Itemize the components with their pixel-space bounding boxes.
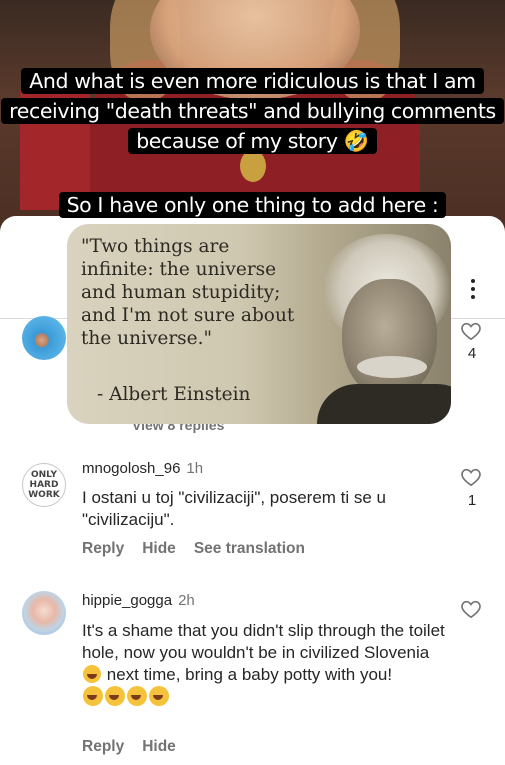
avatar[interactable]: [22, 316, 66, 360]
smiling-emoji-icon: [83, 665, 101, 683]
laughing-emoji-icon: [105, 686, 125, 706]
more-options-icon[interactable]: [466, 279, 480, 301]
avatar[interactable]: [22, 591, 66, 635]
laughing-emoji-icon: [127, 686, 147, 706]
reply-button[interactable]: Reply: [82, 738, 124, 755]
quote-text: "Two things are infinite: the universe a…: [81, 236, 295, 349]
comment-actions: Reply Hide: [82, 738, 194, 756]
heart-icon[interactable]: [460, 599, 482, 619]
comment-text: It's a shame that you didn't slip throug…: [82, 620, 452, 709]
reply-button[interactable]: Reply: [82, 540, 124, 557]
story-caption-2: So I have only one thing to add here :: [0, 190, 505, 220]
heart-icon[interactable]: [460, 467, 482, 487]
see-translation-button[interactable]: See translation: [194, 540, 305, 557]
comment-actions: Reply Hide See translation: [82, 540, 323, 558]
avatar-logo: ONLY HARD WORK: [28, 470, 60, 500]
comment-username[interactable]: hippie_gogga 2h: [82, 592, 195, 609]
like-count: 4: [467, 345, 477, 362]
laughing-emoji-icon: [83, 686, 103, 706]
hide-button[interactable]: Hide: [142, 738, 176, 755]
comment-username[interactable]: mnogolosh_96 1h: [82, 460, 203, 477]
laughing-emoji-icon: [149, 686, 169, 706]
hide-button[interactable]: Hide: [142, 540, 176, 557]
comment-time: 2h: [178, 592, 195, 609]
quote-author: - Albert Einstein: [97, 384, 251, 405]
avatar[interactable]: ONLY HARD WORK: [22, 463, 66, 507]
story-caption-1: And what is even more ridiculous is that…: [0, 66, 505, 156]
heart-icon[interactable]: [460, 321, 482, 341]
quote-sticker: "Two things are infinite: the universe a…: [67, 224, 451, 424]
comment-text: I ostani u toj "civilizaciji", poserem t…: [82, 488, 387, 529]
comment-time: 1h: [186, 460, 204, 477]
like-count: 1: [467, 492, 477, 509]
